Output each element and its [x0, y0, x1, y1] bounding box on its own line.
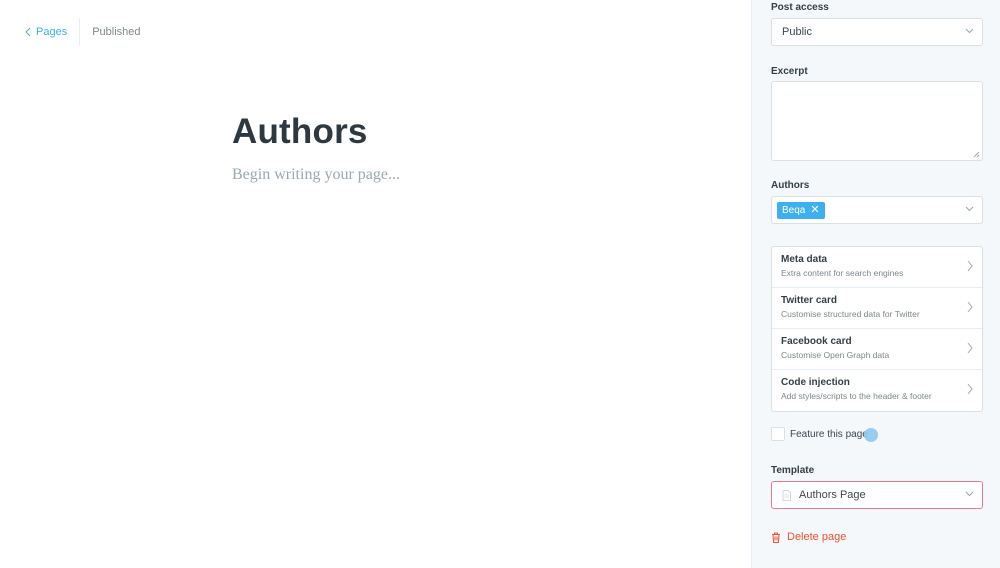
chevron-down-icon [965, 491, 974, 497]
editor-topbar: Pages Published [25, 18, 141, 46]
card-title: Facebook card [781, 336, 852, 347]
template-value: Authors Page [799, 489, 866, 501]
cursor-indicator [864, 428, 878, 442]
feature-checkbox[interactable] [771, 427, 785, 441]
chevron-right-icon [967, 342, 973, 354]
chevron-right-icon [967, 260, 973, 272]
card-subtitle: Extra content for search engines [781, 268, 904, 278]
delete-page-label: Delete page [787, 531, 847, 543]
twitter-card-card[interactable]: Twitter card Customise structured data f… [772, 288, 982, 329]
delete-page-button[interactable]: Delete page [771, 531, 846, 543]
card-subtitle: Customise structured data for Twitter [781, 309, 920, 319]
card-title: Twitter card [781, 295, 837, 306]
back-to-pages-link[interactable]: Pages [25, 26, 79, 38]
publish-status: Published [92, 26, 141, 38]
resize-grip-icon[interactable] [973, 151, 980, 158]
trash-icon [772, 532, 780, 543]
post-access-select[interactable]: Public [771, 18, 983, 46]
chevron-right-icon [967, 301, 973, 313]
editor-area: Pages Published Authors Begin writing yo… [0, 0, 751, 568]
back-link-label: Pages [36, 26, 68, 38]
feature-page-toggle[interactable]: Feature this page [771, 427, 868, 441]
facebook-card-card[interactable]: Facebook card Customise Open Graph data [772, 329, 982, 370]
card-title: Meta data [781, 254, 828, 265]
author-tag-label: Beqa [782, 204, 806, 216]
excerpt-label: Excerpt [771, 66, 808, 77]
feature-label: Feature this page [790, 428, 868, 440]
page-title[interactable]: Authors [232, 112, 368, 152]
card-title: Code injection [781, 377, 850, 388]
chevron-left-icon [25, 27, 31, 37]
chevron-down-icon [965, 206, 974, 212]
chevron-down-icon [965, 28, 974, 34]
card-subtitle: Customise Open Graph data [781, 350, 890, 360]
meta-data-card[interactable]: Meta data Extra content for search engin… [772, 247, 982, 288]
file-icon [782, 489, 791, 501]
settings-card-list: Meta data Extra content for search engin… [771, 246, 983, 412]
excerpt-textarea[interactable] [771, 81, 983, 161]
authors-select[interactable]: Beqa ✕ [771, 196, 983, 224]
post-access-value: Public [782, 26, 812, 38]
post-access-label: Post access [771, 2, 829, 13]
editor-body-placeholder[interactable]: Begin writing your page... [232, 166, 400, 184]
template-select[interactable]: Authors Page [771, 481, 983, 509]
authors-label: Authors [771, 180, 810, 191]
chevron-right-icon [967, 383, 973, 395]
close-icon[interactable]: ✕ [810, 204, 819, 216]
settings-panel: Post access Public Excerpt Authors Beqa … [751, 0, 1000, 568]
author-tag: Beqa ✕ [777, 201, 825, 219]
template-label: Template [771, 465, 815, 476]
card-subtitle: Add styles/scripts to the header & foote… [781, 391, 932, 401]
code-injection-card[interactable]: Code injection Add styles/scripts to the… [772, 370, 982, 411]
